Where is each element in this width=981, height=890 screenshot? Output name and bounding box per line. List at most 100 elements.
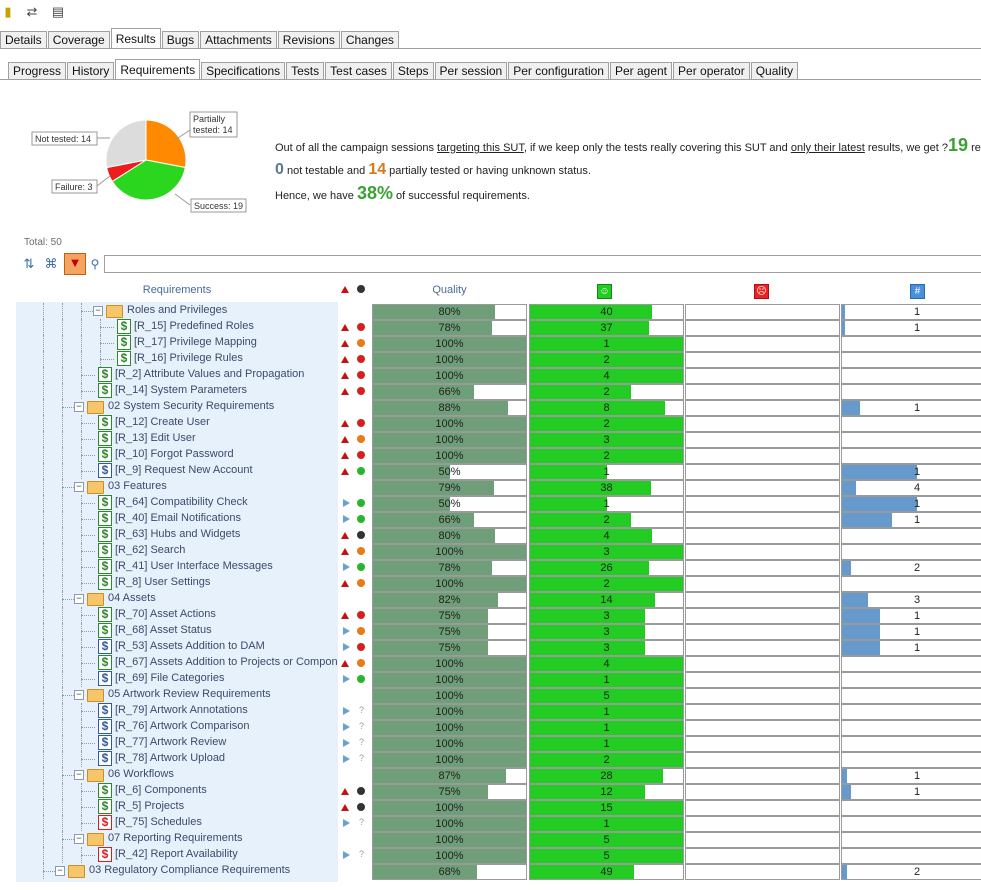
requirement-label[interactable]: [R_13] Edit User	[115, 432, 338, 444]
tab-results[interactable]: Results	[110, 28, 161, 49]
status-column-header[interactable]	[357, 285, 365, 293]
requirement-row[interactable]: $ [R_78] Artwork Upload? 100% 2	[0, 751, 981, 768]
requirement-label[interactable]: [R_14] System Parameters	[115, 384, 338, 396]
requirement-row[interactable]: $ [R_64] Compatibility Check 50% 1 1	[0, 495, 981, 512]
subtab-quality[interactable]: Quality	[750, 62, 799, 80]
requirement-label[interactable]: [R_53] Assets Addition to DAM	[115, 640, 338, 652]
subtab-per-operator[interactable]: Per operator	[673, 62, 750, 80]
requirement-row[interactable]: $ [R_5] Projects 100% 15	[0, 799, 981, 816]
requirement-row[interactable]: $ [R_79] Artwork Annotations? 100% 1	[0, 703, 981, 720]
requirement-row[interactable]: $ [R_10] Forgot Password 100% 2	[0, 447, 981, 464]
requirement-row[interactable]: $ [R_15] Predefined Roles 78% 37 1	[0, 319, 981, 336]
requirement-label[interactable]: [R_67] Assets Addition to Projects or Co…	[115, 656, 338, 668]
requirement-row[interactable]: $ [R_6] Components 75% 12 1	[0, 783, 981, 800]
requirement-label[interactable]: [R_70] Asset Actions	[115, 608, 338, 620]
subtab-requirements[interactable]: Requirements	[115, 59, 201, 80]
requirement-row[interactable]: $ [R_17] Privilege Mapping 100% 1	[0, 335, 981, 352]
requirement-label[interactable]: [R_68] Asset Status	[115, 624, 338, 636]
requirement-label[interactable]: 06 Workflows	[108, 768, 338, 780]
refresh-icon[interactable]: ⇅	[20, 255, 38, 273]
requirement-label[interactable]: [R_64] Compatibility Check	[115, 496, 338, 508]
requirement-label[interactable]: [R_76] Artwork Comparison	[115, 720, 338, 732]
collapse-toggle[interactable]: −	[93, 306, 103, 316]
requirement-label[interactable]: 05 Artwork Review Requirements	[108, 688, 338, 700]
requirement-row[interactable]: $ [R_67] Assets Addition to Projects or C…	[0, 655, 981, 672]
requirement-label[interactable]: [R_8] User Settings	[115, 576, 338, 588]
requirement-label[interactable]: [R_10] Forgot Password	[115, 448, 338, 460]
requirement-label[interactable]: 03 Features	[108, 480, 338, 492]
document-icon[interactable]: ▤	[50, 4, 66, 20]
requirement-label[interactable]: [R_16] Privilege Rules	[134, 352, 338, 364]
requirement-row[interactable]: $ [R_62] Search 100% 3	[0, 543, 981, 560]
success-smiley-icon[interactable]: ☺	[597, 284, 612, 299]
requirement-row[interactable]: $ [R_76] Artwork Comparison? 100% 1	[0, 719, 981, 736]
requirement-row[interactable]: $ [R_69] File Categories 100% 1	[0, 671, 981, 688]
subtab-history[interactable]: History	[67, 62, 115, 80]
folder-row[interactable]: − 03 Features 79% 38 4	[0, 479, 981, 496]
collapse-toggle[interactable]: −	[74, 834, 84, 844]
tab-revisions[interactable]: Revisions	[277, 31, 340, 49]
subtab-per-agent[interactable]: Per agent	[609, 62, 673, 80]
collapse-toggle[interactable]: −	[74, 482, 84, 492]
collapse-toggle[interactable]: −	[74, 402, 84, 412]
collapse-toggle[interactable]: −	[74, 770, 84, 780]
subtab-steps[interactable]: Steps	[392, 62, 434, 80]
requirement-label[interactable]: [R_78] Artwork Upload	[115, 752, 338, 764]
requirement-row[interactable]: $ [R_12] Create User 100% 2	[0, 415, 981, 432]
subtab-progress[interactable]: Progress	[8, 62, 67, 80]
requirement-label[interactable]: [R_9] Request New Account	[115, 464, 338, 476]
requirement-row[interactable]: $ [R_41] User Interface Messages 78% 26 2	[0, 559, 981, 576]
requirement-label[interactable]: [R_63] Hubs and Widgets	[115, 528, 338, 540]
requirement-label[interactable]: 02 System Security Requirements	[108, 400, 338, 412]
tab-bugs[interactable]: Bugs	[161, 31, 200, 49]
subtab-per-configuration[interactable]: Per configuration	[508, 62, 609, 80]
requirement-row[interactable]: $ [R_75] Schedules? 100% 1	[0, 815, 981, 832]
collapse-toggle[interactable]: −	[74, 594, 84, 604]
folder-row[interactable]: − 07 Reporting Requirements 100% 5	[0, 831, 981, 848]
requirement-label[interactable]: [R_41] User Interface Messages	[115, 560, 338, 572]
requirement-row[interactable]: $ [R_8] User Settings 100% 2	[0, 575, 981, 592]
subtab-test-cases[interactable]: Test cases	[325, 62, 392, 80]
requirement-label[interactable]: [R_40] Email Notifications	[115, 512, 338, 524]
tab-coverage[interactable]: Coverage	[47, 31, 110, 49]
requirement-row[interactable]: $ [R_9] Request New Account 50% 1 1	[0, 463, 981, 480]
tab-attachments[interactable]: Attachments	[200, 31, 277, 49]
requirement-label[interactable]: [R_17] Privilege Mapping	[134, 336, 338, 348]
requirement-label[interactable]: [R_12] Create User	[115, 416, 338, 428]
lock-icon[interactable]: ▮	[0, 4, 16, 20]
subtab-specifications[interactable]: Specifications	[201, 62, 286, 80]
requirement-row[interactable]: $ [R_2] Attribute Values and Propagation 1…	[0, 367, 981, 384]
requirement-label[interactable]: 03 Regulatory Compliance Requirements	[89, 864, 338, 876]
count-hash-icon[interactable]: #	[910, 284, 925, 299]
requirement-label[interactable]: Roles and Privileges	[127, 304, 338, 316]
requirement-row[interactable]: $ [R_42] Report Availability? 100% 5	[0, 847, 981, 864]
failure-frown-icon[interactable]: ☹	[754, 284, 769, 299]
tab-changes[interactable]: Changes	[340, 31, 399, 49]
folder-row[interactable]: − 06 Workflows 87% 28 1	[0, 767, 981, 784]
requirement-label[interactable]: [R_79] Artwork Annotations	[115, 704, 338, 716]
requirement-row[interactable]: $ [R_68] Asset Status 75% 3 1	[0, 623, 981, 640]
targeting-link[interactable]: targeting this SUT	[437, 142, 524, 154]
requirement-label[interactable]: [R_2] Attribute Values and Propagation	[115, 368, 338, 380]
requirement-label[interactable]: [R_42] Report Availability	[115, 848, 338, 860]
expand-all-icon[interactable]: ⌘	[42, 255, 60, 273]
requirement-label[interactable]: [R_6] Components	[115, 784, 338, 796]
subtab-tests[interactable]: Tests	[286, 62, 325, 80]
requirement-label[interactable]: [R_69] File Categories	[115, 672, 338, 684]
requirement-row[interactable]: $ [R_14] System Parameters 66% 2	[0, 383, 981, 400]
collapse-toggle[interactable]: −	[55, 866, 65, 876]
export-icon[interactable]: ⇄	[24, 4, 40, 20]
tab-details[interactable]: Details	[0, 31, 47, 49]
folder-row[interactable]: − 02 System Security Requirements 88% 8 1	[0, 399, 981, 416]
latest-link[interactable]: only their latest	[791, 142, 865, 154]
search-input[interactable]	[104, 255, 981, 273]
requirement-label[interactable]: [R_62] Search	[115, 544, 338, 556]
requirement-row[interactable]: $ [R_70] Asset Actions 75% 3 1	[0, 607, 981, 624]
requirement-label[interactable]: 04 Assets	[108, 592, 338, 604]
requirement-row[interactable]: $ [R_53] Assets Addition to DAM 75% 3 1	[0, 639, 981, 656]
requirement-label[interactable]: [R_75] Schedules	[115, 816, 338, 828]
requirement-row[interactable]: $ [R_63] Hubs and Widgets 80% 4	[0, 527, 981, 544]
collapse-toggle[interactable]: −	[74, 690, 84, 700]
requirement-row[interactable]: $ [R_40] Email Notifications 66% 2 1	[0, 511, 981, 528]
quality-column-header[interactable]: Quality	[372, 284, 527, 300]
